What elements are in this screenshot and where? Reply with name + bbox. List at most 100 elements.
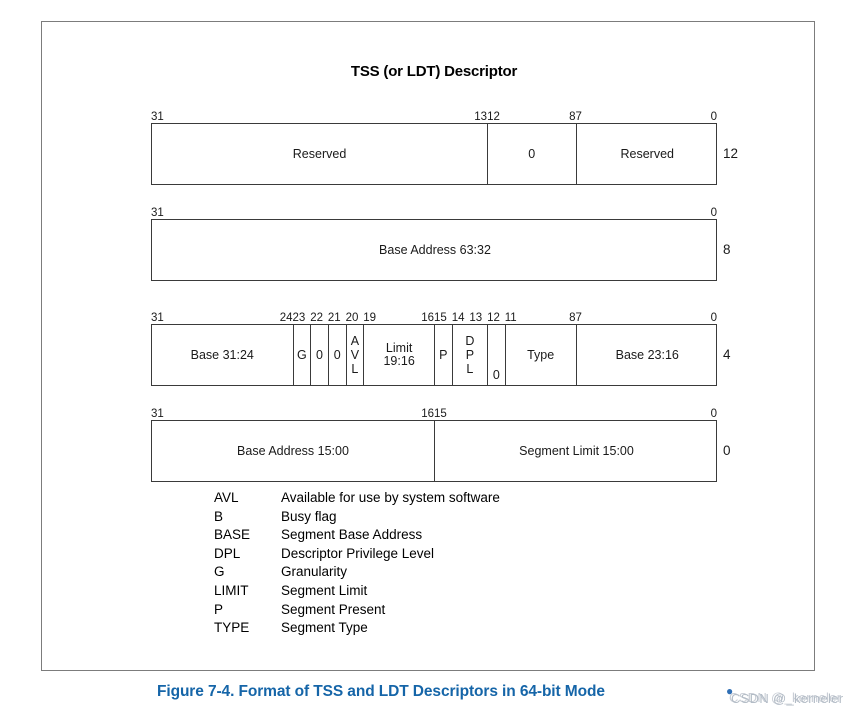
descriptor-field-label: 0	[492, 368, 500, 382]
legend-term: G	[214, 564, 225, 580]
descriptor-field: Reserved	[152, 124, 489, 184]
descriptor-field-label: A V L	[350, 334, 360, 376]
legend-description: Available for use by system software	[281, 490, 500, 505]
legend-item: AVL Available for use by system software	[214, 489, 500, 508]
descriptor-field-label: Reserved	[292, 146, 347, 161]
bit-label: 19	[363, 312, 377, 324]
legend-item: LIMIT Segment Limit	[214, 582, 500, 601]
bit-label: 23	[292, 312, 306, 324]
descriptor-field: Base Address 63:32	[152, 220, 718, 280]
descriptor-field: Reserved	[577, 124, 719, 184]
legend-description: Segment Present	[281, 601, 386, 617]
descriptor-field: 0	[488, 325, 506, 385]
bit-label: 15	[434, 312, 447, 324]
legend-item: TYPE Segment Type	[214, 619, 500, 638]
bit-label: 13	[474, 111, 488, 123]
descriptor-field: Limit 19:16	[364, 325, 435, 385]
descriptor-field: Base 23:16	[577, 325, 719, 385]
bit-label-ruler: 31 0	[151, 203, 717, 219]
descriptor-field: P	[435, 325, 453, 385]
byte-offset-label: 12	[723, 146, 739, 161]
legend-term: TYPE	[214, 620, 250, 636]
legend-term: AVL	[214, 490, 239, 505]
watermark-text-front: CSDN @_kerneler	[731, 691, 844, 706]
descriptor-field-label: Type	[527, 347, 555, 362]
descriptor-field-label: Base 31:24	[190, 347, 254, 362]
bit-label: 31	[151, 111, 164, 123]
descriptor-field-label: G	[296, 347, 307, 362]
figure-page: TSS (or LDT) Descriptor 31 13 12 8 7 0 Reserve…	[0, 0, 860, 719]
bit-label: 11	[504, 312, 517, 324]
bit-label: 16	[421, 408, 434, 420]
legend-term: B	[214, 508, 224, 524]
figure-caption: Figure 7-4. Format of TSS and LDT Descri…	[157, 683, 605, 700]
legend-item: B Busy flag	[214, 508, 500, 527]
descriptor-word: Base Address 63:32	[151, 219, 717, 281]
bit-label: 0	[710, 408, 717, 420]
bit-label: 12	[487, 111, 500, 123]
legend-item: P Segment Present	[214, 601, 500, 620]
descriptor-field: G	[294, 325, 312, 385]
bit-label-ruler: 31 13 12 8 7 0	[151, 107, 717, 123]
descriptor-title: TSS (or LDT) Descriptor	[350, 63, 518, 80]
descriptor-field: 0	[488, 124, 577, 184]
byte-offset-label: 4	[723, 347, 731, 362]
legend-term: DPL	[214, 545, 241, 561]
bit-label: 15	[434, 408, 447, 420]
legend-term: BASE	[214, 527, 251, 543]
legend-item: DPL Descriptor Privilege Level	[214, 545, 500, 564]
legend-term: P	[214, 601, 224, 617]
bit-label: 0	[710, 111, 717, 123]
descriptor-field: Segment Limit 15:00	[435, 421, 718, 481]
legend-description: Granularity	[281, 564, 348, 580]
bit-label: 16	[421, 312, 434, 324]
bit-label: 21	[327, 312, 341, 324]
byte-offset-label: 8	[723, 242, 731, 257]
bit-label: 20	[345, 312, 359, 324]
bit-label: 13	[469, 312, 483, 324]
descriptor-field-label: Base 23:16	[615, 347, 679, 362]
legend-description: Descriptor Privilege Level	[281, 545, 435, 561]
legend-description: Segment Type	[281, 620, 368, 636]
descriptor-word: Base Address 15:00 Segment Limit 15:00	[151, 420, 717, 482]
legend-description: Segment Base Address	[281, 527, 423, 543]
descriptor-field: 0	[311, 325, 329, 385]
descriptor-field: Base 31:24	[152, 325, 294, 385]
descriptor-field: Type	[506, 325, 577, 385]
descriptor-row: 31 0 Base Address 63:32 8	[151, 203, 731, 281]
descriptor-field-label: Base Address 15:00	[237, 443, 349, 458]
descriptor-field: 0	[329, 325, 347, 385]
descriptor-field-label: 0	[333, 347, 341, 362]
legend-description: Segment Limit	[281, 582, 368, 598]
bit-label: 31	[151, 408, 164, 420]
descriptor-field: A V L	[347, 325, 365, 385]
descriptor-word: Base 31:24 G 0 0 A V L Limit 19:16 P D P L 0 Type…	[151, 324, 717, 386]
descriptor-field-label: 0	[316, 347, 323, 362]
descriptor-field-label: Segment Limit 15:00	[519, 443, 634, 458]
descriptor-field-label: 0	[528, 146, 536, 161]
bit-label-ruler: 31 24 23 22 21 20 19 16 15 14 13 12 11 8 7 0	[151, 308, 717, 324]
bit-label: 14	[451, 312, 465, 324]
descriptor-field-label: Reserved	[620, 146, 675, 161]
byte-offset-label: 0	[723, 443, 731, 458]
bit-label: 22	[310, 312, 323, 324]
bit-label: 7	[575, 312, 582, 324]
descriptor-field-label: P	[439, 347, 448, 362]
descriptor-field-label: Limit 19:16	[383, 341, 415, 368]
bit-label: 12	[487, 312, 500, 324]
bit-label: 0	[710, 207, 717, 219]
descriptor-row: 31 13 12 8 7 0 Reserved 0 Reserved 12	[151, 107, 738, 185]
legend-item: BASE Segment Base Address	[214, 526, 500, 545]
bit-label: 24	[279, 312, 293, 324]
legend-list: AVL Available for use by system software B…	[214, 489, 500, 638]
descriptor-field-label: Base Address 63:32	[379, 242, 491, 257]
legend-description: Busy flag	[281, 508, 337, 524]
descriptor-row: 31 16 15 0 Base Address 15:00 Segment Limit 1…	[151, 404, 731, 482]
bit-label-ruler: 31 16 15 0	[151, 404, 717, 420]
bit-label: 7	[575, 111, 582, 123]
descriptor-row: 31 24 23 22 21 20 19 16 15 14 13 12 11 8 7 0 Base 31:24 G…	[151, 308, 731, 386]
descriptor-field-label: D P L	[465, 334, 475, 376]
bit-label: 0	[710, 312, 717, 324]
bit-label: 31	[151, 312, 164, 324]
descriptor-word: Reserved 0 Reserved	[151, 123, 717, 185]
